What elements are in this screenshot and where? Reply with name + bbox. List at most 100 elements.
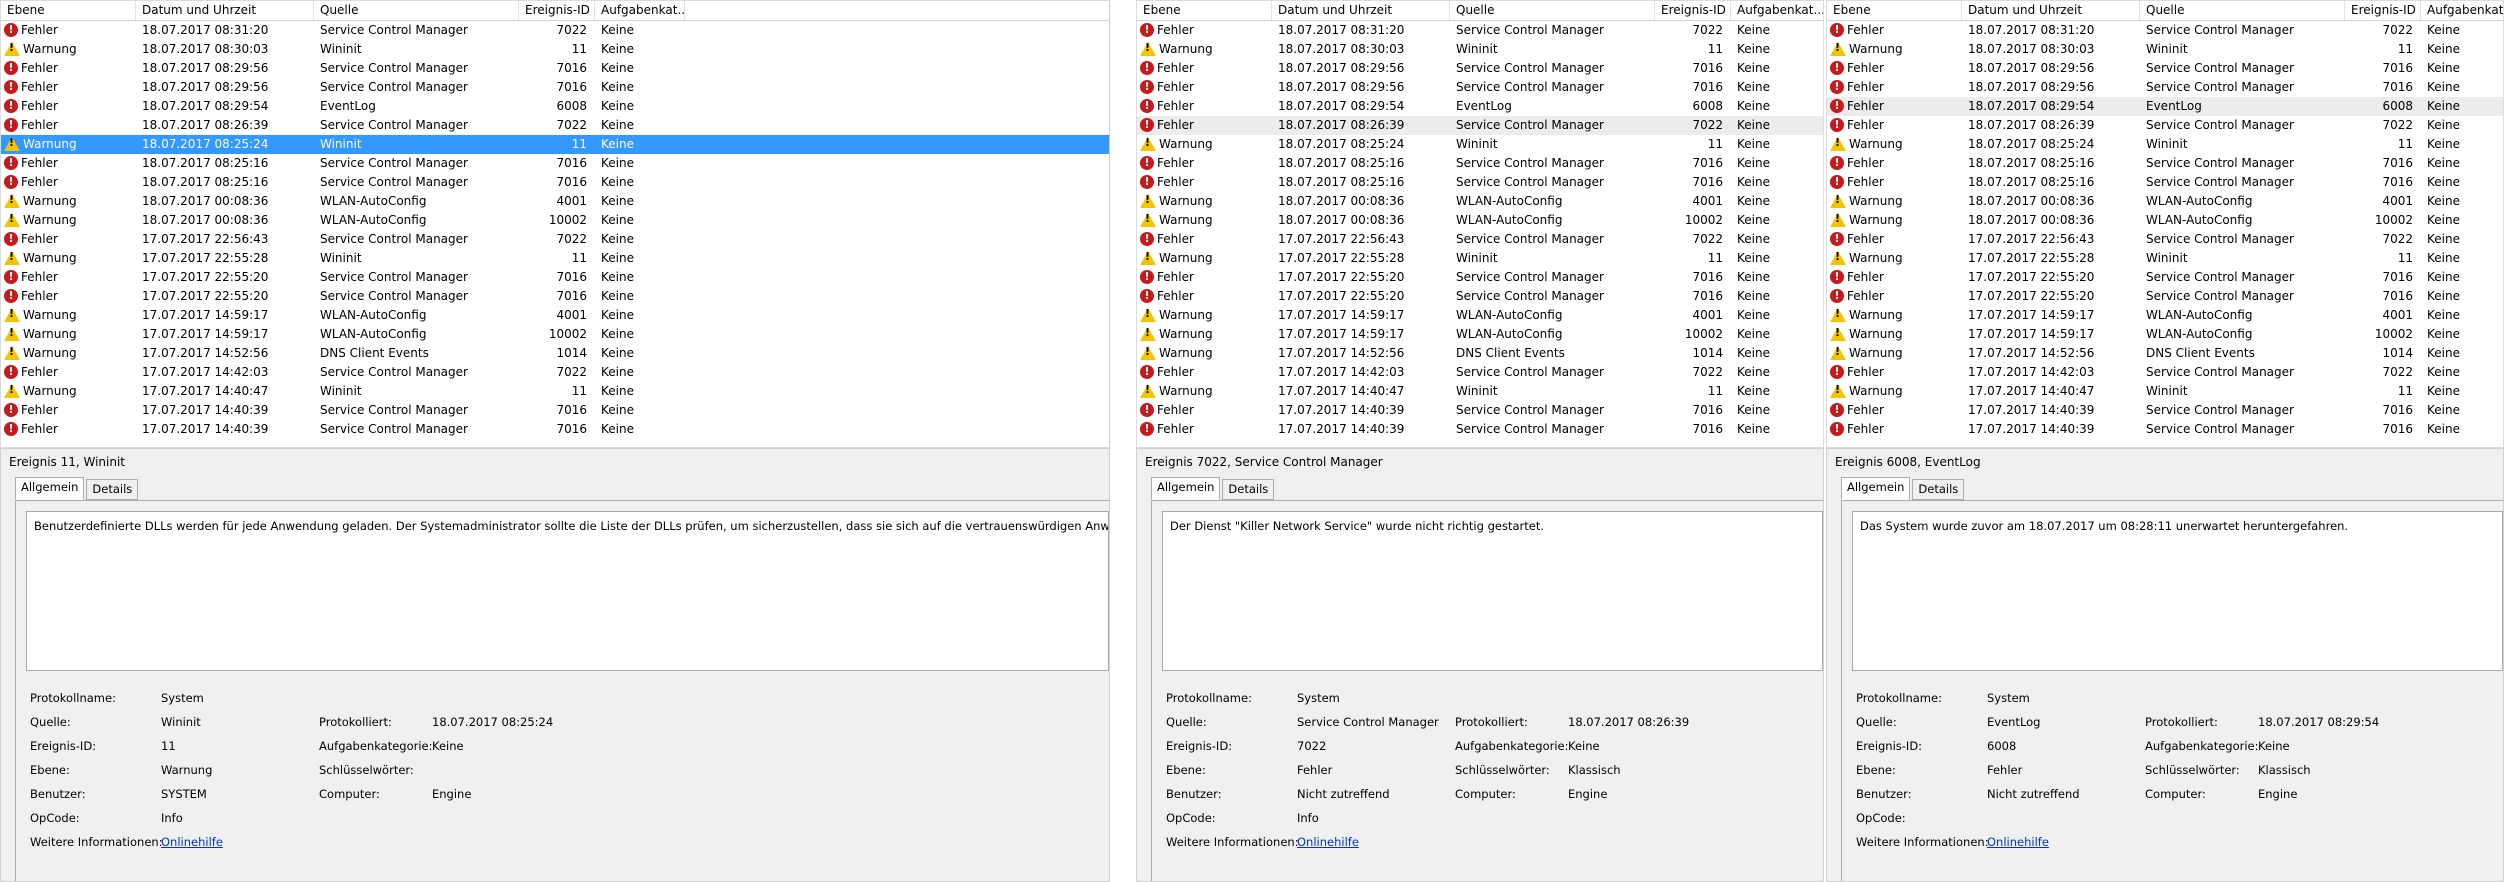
table-row[interactable]: Warnung 18.07.2017 08:30:03 Wininit 11 Keine [1137, 40, 1823, 59]
table-row[interactable]: Fehler 18.07.2017 08:29:56 Service Control… [1827, 59, 2503, 78]
cell-id: 11 [2345, 135, 2413, 154]
online-help-link[interactable]: Onlinehilfe [1987, 835, 2049, 849]
tab-general[interactable]: Allgemein [1151, 477, 1221, 500]
table-row[interactable]: Fehler 17.07.2017 14:40:39 Service Control… [1137, 420, 1823, 439]
table-row[interactable]: Fehler 18.07.2017 08:26:39 Service Control… [1137, 116, 1823, 135]
table-row[interactable]: Warnung 18.07.2017 00:08:36 WLAN-AutoConfi… [1827, 192, 2503, 211]
tab-general[interactable]: Allgemein [15, 477, 85, 500]
table-row[interactable]: Fehler 18.07.2017 08:25:16 Service Control… [1137, 154, 1823, 173]
table-row[interactable]: Warnung 17.07.2017 14:59:17 WLAN-AutoConfi… [1, 325, 1109, 344]
table-row[interactable]: Fehler 18.07.2017 08:29:56 Service Control… [1, 78, 1109, 97]
table-row[interactable]: Fehler 17.07.2017 22:55:20 Service Control… [1827, 287, 2503, 306]
column-header-date[interactable]: Datum und Uhrzeit [136, 1, 314, 20]
table-row[interactable]: Warnung 17.07.2017 14:40:47 Wininit 11 Keine [1827, 382, 2503, 401]
table-row[interactable]: Warnung 17.07.2017 14:59:17 WLAN-AutoConfi… [1827, 325, 2503, 344]
table-row[interactable]: Fehler 17.07.2017 22:55:20 Service Control… [1827, 268, 2503, 287]
tab-details[interactable]: Details [86, 479, 139, 500]
cell-text: Warnung [23, 346, 77, 360]
column-header-date[interactable]: Datum und Uhrzeit [1962, 1, 2140, 20]
column-header-event-id[interactable]: Ereignis-ID [2345, 1, 2421, 20]
column-header-task-category[interactable]: Aufgabenkat... [2421, 1, 2503, 20]
table-row[interactable]: Fehler 18.07.2017 08:29:54 EventLog 6008 Kei… [1827, 97, 2503, 116]
column-header-source[interactable]: Quelle [314, 1, 519, 20]
table-row[interactable]: Fehler 18.07.2017 08:25:16 Service Control… [1, 173, 1109, 192]
column-header-task-category[interactable]: Aufgabenkat... [595, 1, 685, 20]
table-row[interactable]: Fehler 17.07.2017 14:42:03 Service Control… [1, 363, 1109, 382]
table-row[interactable]: Fehler 17.07.2017 22:55:20 Service Control… [1137, 268, 1823, 287]
column-header-event-id[interactable]: Ereignis-ID [1655, 1, 1731, 20]
table-row[interactable]: Fehler 17.07.2017 14:40:39 Service Control… [1137, 401, 1823, 420]
tab-general[interactable]: Allgemein [1841, 477, 1911, 500]
cell-level: Fehler [4, 97, 136, 116]
table-row[interactable]: Warnung 18.07.2017 00:08:36 WLAN-AutoConfi… [1137, 211, 1823, 230]
table-row[interactable]: Warnung 17.07.2017 14:52:56 DNS Client Eve… [1, 344, 1109, 363]
table-row[interactable]: Fehler 18.07.2017 08:29:54 EventLog 6008 Kei… [1137, 97, 1823, 116]
cell-text: Service Control Manager [2146, 232, 2294, 246]
table-row[interactable]: Warnung 18.07.2017 08:30:03 Wininit 11 Keine [1, 40, 1109, 59]
event-message[interactable]: Das System wurde zuvor am 18.07.2017 um … [1852, 511, 2503, 671]
column-header-source[interactable]: Quelle [2140, 1, 2345, 20]
column-header-source[interactable]: Quelle [1450, 1, 1655, 20]
tab-details[interactable]: Details [1912, 479, 1965, 500]
table-row[interactable]: Fehler 17.07.2017 22:56:43 Service Control… [1137, 230, 1823, 249]
table-row[interactable]: Warnung 18.07.2017 00:08:36 WLAN-AutoConfi… [1137, 192, 1823, 211]
table-row[interactable]: Fehler 17.07.2017 14:42:03 Service Control… [1137, 363, 1823, 382]
table-row[interactable]: Fehler 17.07.2017 14:40:39 Service Control… [1827, 420, 2503, 439]
table-row[interactable]: Warnung 18.07.2017 08:25:24 Wininit 11 Keine [1137, 135, 1823, 154]
table-row[interactable]: Warnung 17.07.2017 14:52:56 DNS Client Eve… [1827, 344, 2503, 363]
table-row[interactable]: Warnung 17.07.2017 14:59:17 WLAN-AutoConfi… [1827, 306, 2503, 325]
cell-text: 17.07.2017 14:52:56 [1968, 346, 2095, 360]
table-row[interactable]: Fehler 18.07.2017 08:26:39 Service Control… [1827, 116, 2503, 135]
event-message[interactable]: Benutzerdefinierte DLLs werden für jede … [26, 511, 1109, 671]
table-row[interactable]: Warnung 18.07.2017 00:08:36 WLAN-AutoConfi… [1, 211, 1109, 230]
table-row[interactable]: Warnung 17.07.2017 22:55:28 Wininit 11 Keine [1827, 249, 2503, 268]
table-row[interactable]: Fehler 18.07.2017 08:25:16 Service Control… [1827, 173, 2503, 192]
table-row[interactable]: Warnung 18.07.2017 08:30:03 Wininit 11 Keine [1827, 40, 2503, 59]
column-header-date[interactable]: Datum und Uhrzeit [1272, 1, 1450, 20]
table-row[interactable]: Fehler 17.07.2017 14:40:39 Service Control… [1, 420, 1109, 439]
table-row[interactable]: Fehler 18.07.2017 08:25:16 Service Control… [1137, 173, 1823, 192]
table-row[interactable]: Fehler 17.07.2017 22:56:43 Service Control… [1827, 230, 2503, 249]
table-row[interactable]: Fehler 17.07.2017 22:55:20 Service Control… [1137, 287, 1823, 306]
column-header-level[interactable]: Ebene [1137, 1, 1272, 20]
table-row[interactable]: Fehler 18.07.2017 08:29:56 Service Control… [1, 59, 1109, 78]
table-row[interactable]: Warnung 18.07.2017 08:25:24 Wininit 11 Keine [1827, 135, 2503, 154]
column-header-level[interactable]: Ebene [1827, 1, 1962, 20]
table-row[interactable]: Warnung 17.07.2017 22:55:28 Wininit 11 Keine [1137, 249, 1823, 268]
table-row[interactable]: Fehler 17.07.2017 14:40:39 Service Control… [1, 401, 1109, 420]
table-row[interactable]: Fehler 18.07.2017 08:29:56 Service Control… [1137, 59, 1823, 78]
cell-text: Fehler [21, 422, 58, 436]
table-row[interactable]: Warnung 18.07.2017 00:08:36 WLAN-AutoConfi… [1, 192, 1109, 211]
column-header-event-id[interactable]: Ereignis-ID [519, 1, 595, 20]
table-row[interactable]: Warnung 17.07.2017 14:40:47 Wininit 11 Keine [1137, 382, 1823, 401]
table-row[interactable]: Warnung 17.07.2017 14:59:17 WLAN-AutoConfi… [1137, 325, 1823, 344]
event-message[interactable]: Der Dienst "Killer Network Service" wurd… [1162, 511, 1823, 671]
table-row[interactable]: Fehler 17.07.2017 22:55:20 Service Control… [1, 268, 1109, 287]
table-row[interactable]: Warnung 18.07.2017 00:08:36 WLAN-AutoConfi… [1827, 211, 2503, 230]
table-row[interactable]: Warnung 17.07.2017 22:55:28 Wininit 11 Keine [1, 249, 1109, 268]
table-row[interactable]: Fehler 17.07.2017 22:55:20 Service Control… [1, 287, 1109, 306]
table-row[interactable]: Fehler 18.07.2017 08:31:20 Service Control… [1137, 21, 1823, 40]
table-row[interactable]: Fehler 18.07.2017 08:31:20 Service Control… [1827, 21, 2503, 40]
table-row[interactable]: Fehler 18.07.2017 08:29:54 EventLog 6008 Kei… [1, 97, 1109, 116]
table-row[interactable]: Fehler 18.07.2017 08:29:56 Service Control… [1827, 78, 2503, 97]
table-row[interactable]: Fehler 17.07.2017 14:42:03 Service Control… [1827, 363, 2503, 382]
table-row[interactable]: Warnung 17.07.2017 14:52:56 DNS Client Eve… [1137, 344, 1823, 363]
cell-date: 17.07.2017 14:40:47 [142, 382, 314, 401]
table-row[interactable]: Warnung 17.07.2017 14:40:47 Wininit 11 Keine [1, 382, 1109, 401]
tab-details[interactable]: Details [1222, 479, 1275, 500]
table-row[interactable]: Fehler 18.07.2017 08:26:39 Service Control… [1, 116, 1109, 135]
table-row[interactable]: Fehler 17.07.2017 14:40:39 Service Control… [1827, 401, 2503, 420]
table-row[interactable]: Warnung 18.07.2017 08:25:24 Wininit 11 Keine [1, 135, 1109, 154]
table-row[interactable]: Fehler 18.07.2017 08:25:16 Service Control… [1, 154, 1109, 173]
online-help-link[interactable]: Onlinehilfe [161, 835, 223, 849]
table-row[interactable]: Fehler 18.07.2017 08:29:56 Service Control… [1137, 78, 1823, 97]
table-row[interactable]: Warnung 17.07.2017 14:59:17 WLAN-AutoConfi… [1137, 306, 1823, 325]
table-row[interactable]: Fehler 18.07.2017 08:25:16 Service Control… [1827, 154, 2503, 173]
column-header-level[interactable]: Ebene [1, 1, 136, 20]
online-help-link[interactable]: Onlinehilfe [1297, 835, 1359, 849]
table-row[interactable]: Fehler 18.07.2017 08:31:20 Service Control… [1, 21, 1109, 40]
table-row[interactable]: Fehler 17.07.2017 22:56:43 Service Control… [1, 230, 1109, 249]
column-header-task-category[interactable]: Aufgabenkat... [1731, 1, 1823, 20]
table-row[interactable]: Warnung 17.07.2017 14:59:17 WLAN-AutoConfi… [1, 306, 1109, 325]
